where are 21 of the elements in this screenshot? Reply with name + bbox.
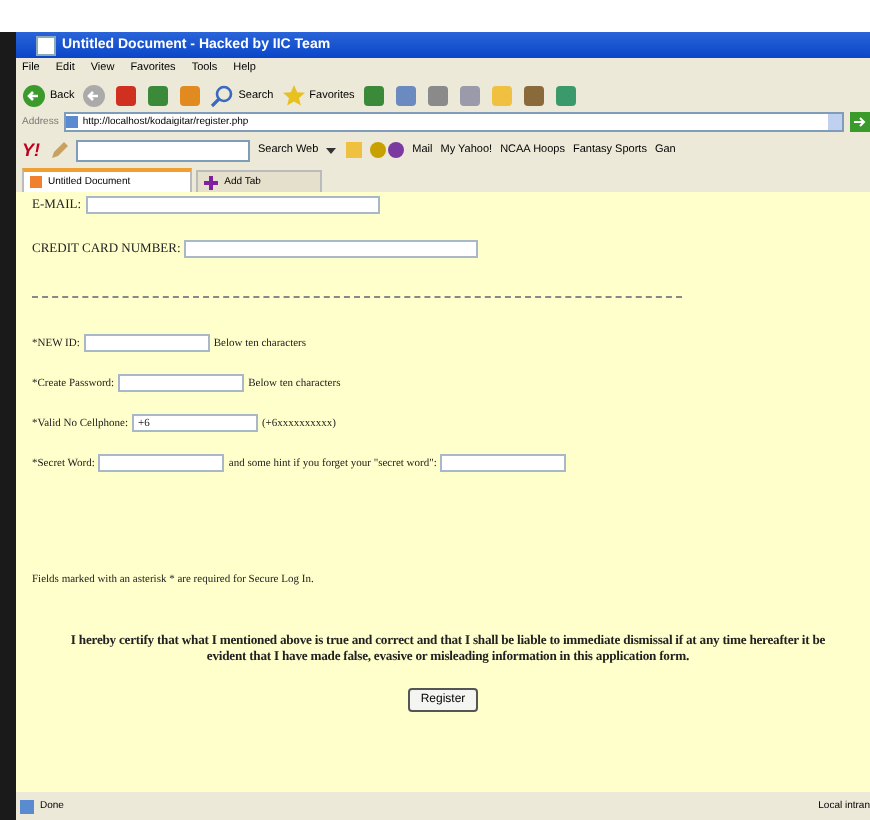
search-icon — [210, 83, 235, 107]
page-icon — [30, 176, 42, 188]
star-icon — [281, 83, 306, 107]
caret-icon[interactable] — [326, 147, 337, 153]
input-field[interactable] — [83, 334, 210, 352]
input-field[interactable] — [85, 196, 380, 214]
search-field[interactable] — [76, 139, 250, 161]
toolbar-icons[interactable] — [344, 140, 405, 160]
input-field[interactable] — [118, 374, 245, 392]
input-field[interactable] — [184, 240, 479, 258]
arrow-icon — [22, 83, 46, 107]
document-icon — [36, 35, 56, 55]
page-icon — [20, 799, 34, 813]
input-field[interactable] — [98, 454, 225, 472]
toolbar-button[interactable] — [82, 83, 107, 107]
pencil-icon[interactable] — [48, 140, 68, 160]
plus-icon — [204, 175, 219, 189]
go-icon[interactable] — [850, 112, 870, 132]
input-field[interactable] — [440, 454, 567, 472]
logo[interactable]: Y! — [22, 140, 40, 160]
page-icon — [66, 116, 79, 128]
